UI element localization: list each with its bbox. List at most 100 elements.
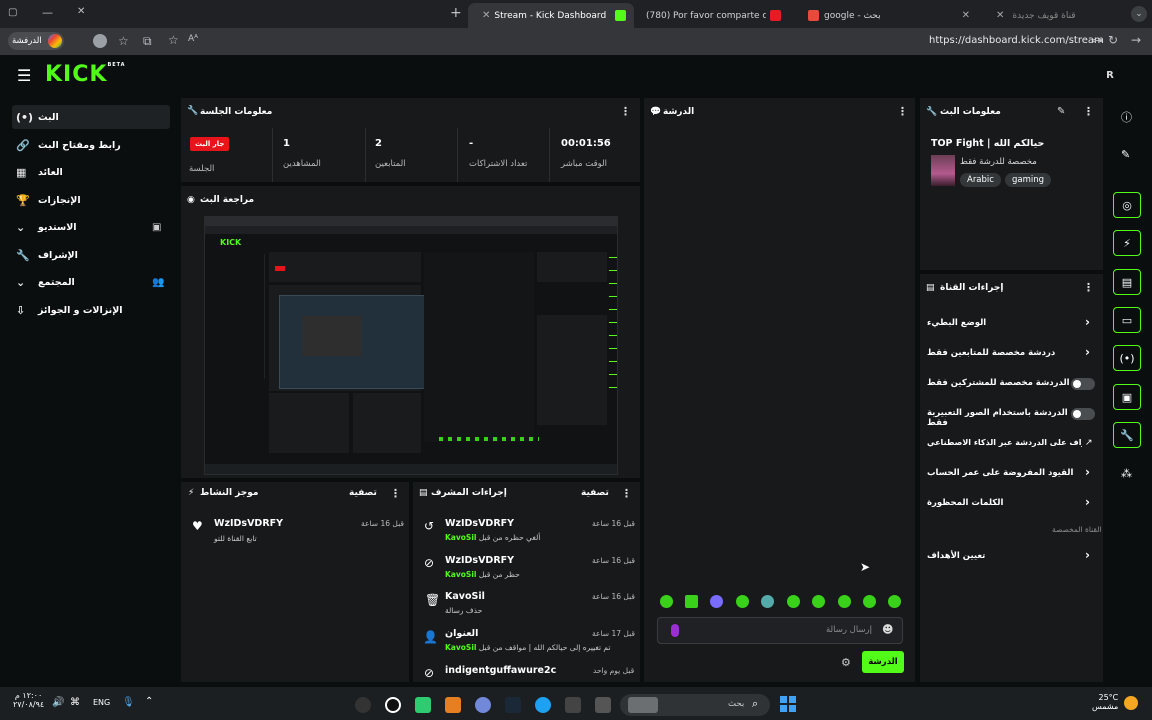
emote-icon[interactable] xyxy=(736,595,749,608)
obs-icon[interactable] xyxy=(385,697,401,713)
input-language[interactable]: ENG xyxy=(93,698,110,707)
mic-icon[interactable] xyxy=(671,624,679,637)
actor-name[interactable]: KavoSil xyxy=(445,643,476,652)
kick-logo[interactable]: KICKBETA xyxy=(45,62,126,87)
new-tab-icon[interactable]: + xyxy=(450,5,462,21)
tab-close-icon[interactable]: ✕ xyxy=(990,10,1004,21)
stream-preview-video[interactable]: KICK xyxy=(204,216,618,475)
mod-panel-icon[interactable]: ▣ xyxy=(1113,384,1141,410)
more-icon[interactable]: ⋮ xyxy=(620,105,631,118)
tag-chip[interactable]: gaming xyxy=(1005,173,1052,187)
tag-chip[interactable]: Arabic xyxy=(960,173,1001,187)
restore-icon[interactable]: ▢ xyxy=(8,7,17,18)
more-icon[interactable]: ⋮ xyxy=(390,487,401,500)
tab-close-icon[interactable]: ✕ xyxy=(476,10,490,21)
window-minimize-icon[interactable]: — xyxy=(42,6,53,19)
tab-kick-dashboard[interactable]: ✕ Stream - Kick Dashboard xyxy=(468,3,634,28)
actor-name[interactable]: KavoSil xyxy=(445,533,476,542)
emote-icon[interactable] xyxy=(787,595,800,608)
sidebar-item-community[interactable]: ⌄ المجتمع 👥 xyxy=(12,270,170,294)
activity-filter-button[interactable]: تصفية xyxy=(349,488,377,498)
actor-name[interactable]: KavoSil xyxy=(445,570,476,579)
chat-input[interactable]: إرسال رسالة ☻ xyxy=(657,617,903,644)
tab-google[interactable]: google - بحث ✕ xyxy=(800,3,978,28)
user-avatar[interactable]: R xyxy=(1100,66,1120,86)
discord-icon[interactable] xyxy=(475,697,491,713)
tab-youtube[interactable]: (780) Por favor comparte con tus xyxy=(638,3,798,28)
username[interactable]: KavoSil xyxy=(445,591,485,602)
windows-start-icon[interactable] xyxy=(780,696,796,712)
read-aloud-icon[interactable]: Aᴬ xyxy=(188,34,198,44)
username[interactable]: indigentguffawure2c xyxy=(445,665,556,676)
emote-icon[interactable] xyxy=(761,595,774,608)
emotes-only-toggle[interactable] xyxy=(1071,408,1095,420)
sidebar-item-stream[interactable]: (•) البث xyxy=(12,105,170,129)
tab-search-icon[interactable]: ⌄ xyxy=(1131,6,1147,22)
more-icon[interactable]: ⋮ xyxy=(1083,281,1094,294)
emote-icon[interactable] xyxy=(838,595,851,608)
more-icon[interactable]: ⋮ xyxy=(897,105,908,118)
chevron-up-icon[interactable]: ⌃ xyxy=(145,696,153,707)
tab-close-icon[interactable]: ✕ xyxy=(956,10,970,21)
chevron-right-icon[interactable]: › xyxy=(1085,495,1090,509)
chevron-right-icon[interactable]: › xyxy=(1085,345,1090,359)
volume-icon[interactable]: 🔊 xyxy=(52,697,64,708)
favorite-icon[interactable]: ☆ xyxy=(168,33,179,47)
profile-chip[interactable]: الدرفشة xyxy=(8,32,64,50)
chevron-right-icon[interactable]: › xyxy=(1085,465,1090,479)
emoji-icon[interactable]: ☻ xyxy=(882,623,893,636)
account-icon[interactable] xyxy=(93,34,107,48)
sidebar-item-achievements[interactable]: 🏆 الإنجازات xyxy=(12,188,170,212)
more-icon[interactable]: ⋮ xyxy=(621,487,632,500)
url-text[interactable]: https://dashboard.kick.com/stream xyxy=(929,35,1104,46)
chevron-right-icon[interactable]: › xyxy=(1085,315,1090,329)
emote-icon[interactable] xyxy=(863,595,876,608)
chat-icon[interactable]: ▭ xyxy=(1113,307,1141,333)
chat-send-button[interactable]: الدرشة xyxy=(862,651,904,673)
sidebar-item-revenue[interactable]: ▦ العائد xyxy=(12,160,170,184)
menu-icon[interactable]: ☰ xyxy=(17,66,31,85)
apps-icon[interactable]: ⁂ xyxy=(1121,467,1132,480)
emote-icon[interactable] xyxy=(710,595,723,608)
window-close-icon[interactable]: ✕ xyxy=(77,6,85,17)
taskbar-search[interactable]: بحث ⌕ xyxy=(620,694,770,716)
notes-icon[interactable]: ▤ xyxy=(1113,269,1141,295)
sidebar-item-drops[interactable]: ⇩ الإنزالات و الجوائز xyxy=(12,298,170,322)
mod-actions-filter-button[interactable]: تصفية xyxy=(581,488,609,498)
taskbar-clock[interactable]: ١٢:٠٠ م ٢٧/٠٨/٩٤ xyxy=(13,691,44,709)
steam-icon[interactable] xyxy=(505,697,521,713)
store-icon[interactable] xyxy=(565,697,581,713)
external-link-icon[interactable]: ↗ xyxy=(1085,438,1093,448)
refresh-icon[interactable]: ↻ xyxy=(1108,33,1118,47)
pencil-icon[interactable]: ✎ xyxy=(1057,106,1065,117)
broadcast-icon[interactable]: (•) xyxy=(1113,345,1141,371)
chevron-right-icon[interactable]: › xyxy=(1085,548,1090,562)
gear-icon[interactable]: ⚙ xyxy=(841,656,851,669)
emote-icon[interactable] xyxy=(685,595,698,608)
username[interactable]: WzIDsVDRFY xyxy=(214,518,283,529)
username[interactable]: WzIDsVDRFY xyxy=(445,555,514,566)
file-explorer-icon[interactable] xyxy=(595,697,611,713)
wrench-icon[interactable]: 🔧 xyxy=(1113,422,1141,448)
mic-icon[interactable]: 🎙 xyxy=(122,697,135,708)
network-icon[interactable]: ⌘ xyxy=(70,697,80,708)
site-info-icon[interactable]: ⊶ xyxy=(1092,34,1103,47)
category-thumbnail[interactable] xyxy=(931,155,955,186)
edge-icon[interactable] xyxy=(535,697,551,713)
subscribers-only-toggle[interactable] xyxy=(1071,378,1095,390)
weather-widget[interactable]: 25°C مشمس xyxy=(1092,693,1118,711)
app-icon[interactable] xyxy=(445,697,461,713)
pencil-icon[interactable]: ✎ xyxy=(1121,148,1130,161)
extensions-icon[interactable]: ⧉ xyxy=(143,34,152,49)
sidebar-item-studio[interactable]: ⌄ الاستديو ▣ xyxy=(12,215,170,239)
info-icon[interactable]: ⓘ xyxy=(1121,109,1132,125)
forward-icon[interactable]: → xyxy=(1131,33,1141,47)
app-icon[interactable] xyxy=(355,697,371,713)
username[interactable]: WzIDsVDRFY xyxy=(445,518,514,529)
app-icon[interactable] xyxy=(415,697,431,713)
emote-icon[interactable] xyxy=(888,595,901,608)
lightning-icon[interactable]: ⚡ xyxy=(1113,230,1141,256)
collections-icon[interactable]: ☆ xyxy=(118,34,129,48)
emote-icon[interactable] xyxy=(660,595,673,608)
scan-icon[interactable]: ◎ xyxy=(1113,192,1141,218)
